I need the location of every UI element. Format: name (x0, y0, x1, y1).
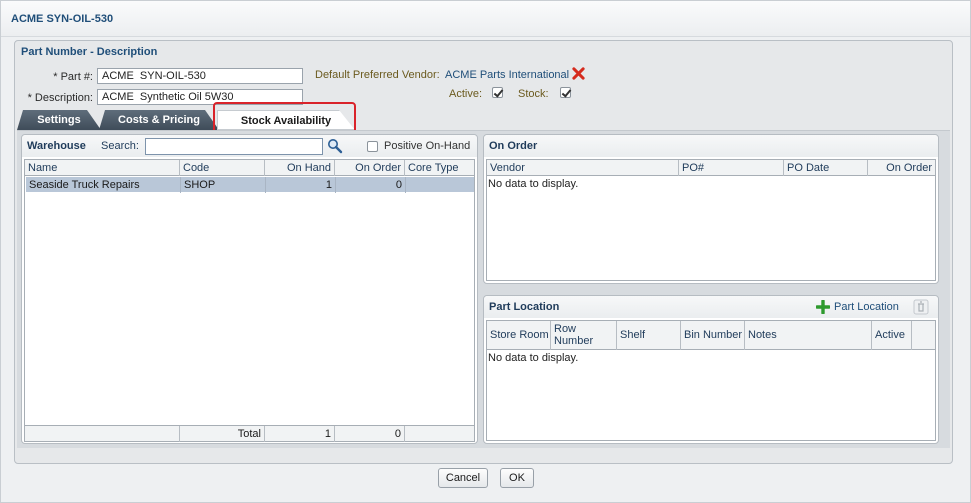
row-code: SHOP (181, 177, 266, 193)
col-on-order[interactable]: On Order (335, 160, 405, 176)
col-vendor[interactable]: Vendor (487, 160, 679, 176)
row-core-type (406, 177, 474, 193)
total-label: Total (180, 426, 265, 442)
cancel-button[interactable]: Cancel (438, 468, 488, 488)
part-number-label: * Part #: (53, 71, 93, 83)
col-shelf[interactable]: Shelf (617, 321, 681, 350)
row-on-hand: 1 (266, 177, 336, 193)
tab-costs-pricing-label: Costs & Pricing (118, 114, 200, 126)
col-row-number[interactable]: Row Number (551, 321, 617, 350)
part-location-header: Part Location Part Location (484, 296, 938, 318)
ok-button[interactable]: OK (500, 468, 534, 488)
col-notes[interactable]: Notes (745, 321, 872, 350)
window: ACME SYN-OIL-530 Part Number - Descripti… (0, 0, 971, 503)
col-po-date[interactable]: PO Date (784, 160, 868, 176)
row-name: Seaside Truck Repairs (26, 177, 181, 193)
on-order-grid: Vendor PO# PO Date On Order No data to d… (486, 159, 936, 281)
total-on-order: 0 (335, 426, 405, 442)
part-location-title: Part Location (489, 301, 560, 313)
total-spacer (25, 426, 180, 442)
warehouse-header: Warehouse Search: Positive On-Hand (22, 135, 477, 157)
vendor-label: Default Preferred Vendor: (315, 69, 440, 81)
stock-label: Stock: (518, 88, 549, 100)
row-on-order: 0 (336, 177, 406, 193)
tab-costs-pricing[interactable]: Costs & Pricing (99, 110, 219, 130)
title-bar: ACME SYN-OIL-530 (1, 1, 970, 37)
col-po-number[interactable]: PO# (679, 160, 784, 176)
warehouse-grid: Name Code On Hand On Order Core Type Sea… (24, 159, 475, 442)
col-on-hand[interactable]: On Hand (265, 160, 335, 176)
trash-icon[interactable] (913, 299, 929, 315)
active-label: Active: (449, 88, 483, 100)
part-dialog: Part Number - Description * Part #: * De… (14, 40, 953, 464)
positive-onhand-checkbox[interactable] (367, 141, 378, 152)
warehouse-panel: Warehouse Search: Positive On-Hand Name … (21, 134, 478, 444)
active-checkbox[interactable] (492, 87, 503, 98)
section-title: Part Number - Description (21, 46, 158, 58)
col-name[interactable]: Name (25, 160, 180, 176)
col-bin-number[interactable]: Bin Number (681, 321, 745, 350)
col-active[interactable]: Active (872, 321, 912, 350)
warehouse-grid-header: Name Code On Hand On Order Core Type (25, 160, 474, 176)
search-icon[interactable] (327, 138, 343, 154)
warehouse-search-input[interactable] (145, 138, 323, 155)
part-location-panel: Part Location Part Location Store Room R… (483, 295, 939, 444)
stock-checkbox[interactable] (560, 87, 571, 98)
on-order-header: On Order (484, 135, 938, 157)
window-title: ACME SYN-OIL-530 (11, 13, 114, 25)
on-order-panel: On Order Vendor PO# PO Date On Order No … (483, 134, 939, 284)
warehouse-total-row: Total 1 0 (25, 425, 474, 442)
col-store-room[interactable]: Store Room (487, 321, 551, 350)
col-core-type[interactable]: Core Type (405, 160, 474, 176)
warehouse-title: Warehouse (27, 140, 86, 152)
remove-vendor-icon[interactable] (572, 67, 585, 80)
on-order-grid-header: Vendor PO# PO Date On Order (487, 160, 935, 176)
vendor-link[interactable]: ACME Parts International (445, 69, 569, 81)
total-on-hand: 1 (265, 426, 335, 442)
col-code[interactable]: Code (180, 160, 265, 176)
on-order-title: On Order (489, 140, 538, 152)
positive-onhand-label: Positive On-Hand (384, 140, 471, 152)
search-label: Search: (101, 140, 139, 152)
tab-settings-label: Settings (37, 114, 81, 126)
part-location-grid: Store Room Row Number Shelf Bin Number N… (486, 320, 936, 441)
table-row[interactable]: Seaside Truck Repairs SHOP 1 0 (26, 177, 474, 193)
description-label: * Description: (27, 92, 93, 104)
add-part-location-link[interactable]: Part Location (834, 301, 899, 313)
add-icon[interactable] (816, 300, 830, 314)
tab-content: Warehouse Search: Positive On-Hand Name … (17, 130, 950, 448)
tab-settings[interactable]: Settings (17, 110, 101, 130)
part-location-grid-header: Store Room Row Number Shelf Bin Number N… (487, 321, 935, 350)
col-on-order-qty[interactable]: On Order (868, 160, 935, 176)
part-location-empty-text: No data to display. (488, 352, 579, 364)
on-order-empty-text: No data to display. (488, 178, 579, 190)
part-number-input[interactable] (97, 68, 303, 84)
